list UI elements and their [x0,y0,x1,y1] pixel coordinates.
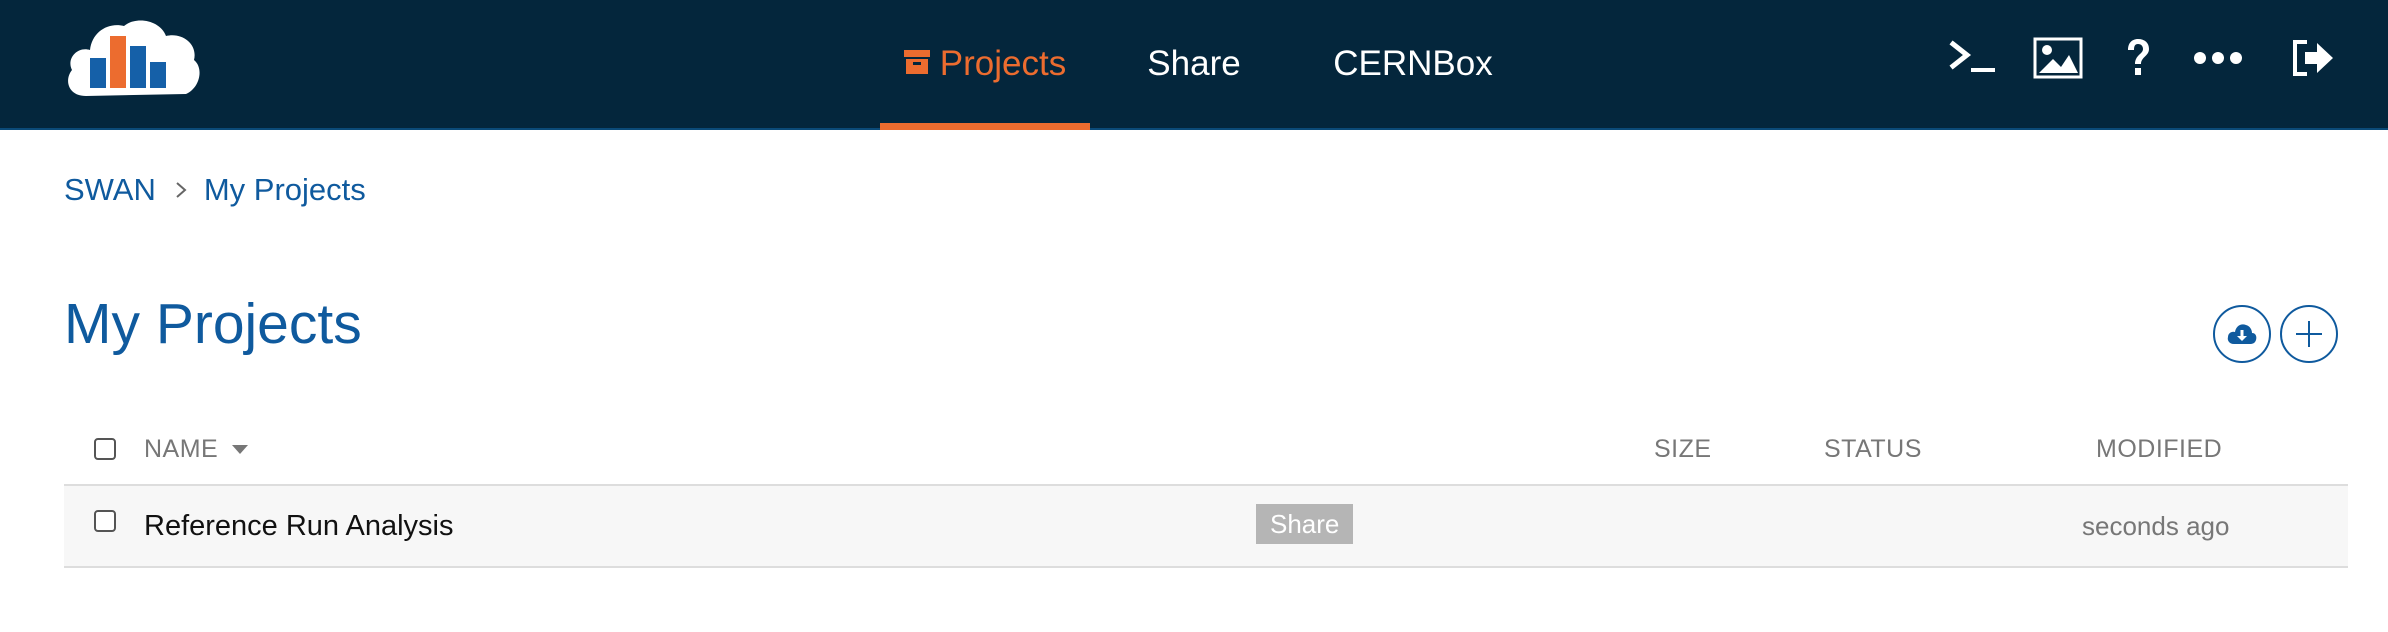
table-row[interactable]: Reference Run Analysis Share seconds ago [64,486,2348,568]
terminal-icon [1949,40,1995,72]
sort-caret-icon [232,444,249,454]
download-project-button[interactable] [2213,305,2271,363]
help-icon [2128,39,2149,75]
project-name[interactable]: Reference Run Analysis [144,486,454,566]
plus-icon [2296,321,2322,347]
row-checkbox[interactable] [94,510,116,532]
select-all-checkbox[interactable] [94,438,116,460]
top-navbar: Projects Share CERNBox [0,0,2388,130]
chevron-right-icon [176,182,187,198]
more-button[interactable] [2190,28,2246,88]
project-modified: seconds ago [2082,510,2230,541]
help-button[interactable] [2118,28,2158,88]
download-cloud-icon [2227,324,2257,344]
breadcrumb-swan[interactable]: SWAN [64,172,156,208]
image-icon [2033,37,2083,79]
terminal-button[interactable] [1944,28,2004,88]
page-title: My Projects [64,292,362,356]
column-header-modified[interactable]: MODIFIED [2096,414,2222,484]
image-button[interactable] [2030,28,2086,88]
share-badge[interactable]: Share [1256,504,1354,544]
nav-actions [0,28,2388,88]
breadcrumb: SWAN My Projects [64,168,366,212]
breadcrumb-my-projects[interactable]: My Projects [204,172,366,208]
column-header-status[interactable]: STATUS [1824,414,1922,484]
column-header-size[interactable]: SIZE [1654,414,1712,484]
column-header-name[interactable]: NAME [144,414,249,484]
column-header-name-label: NAME [144,434,219,463]
logout-icon [2293,40,2333,76]
logout-button[interactable] [2288,28,2338,88]
projects-table-header: NAME SIZE STATUS MODIFIED [64,414,2348,486]
add-project-button[interactable] [2280,305,2338,363]
more-icon [2194,52,2242,64]
